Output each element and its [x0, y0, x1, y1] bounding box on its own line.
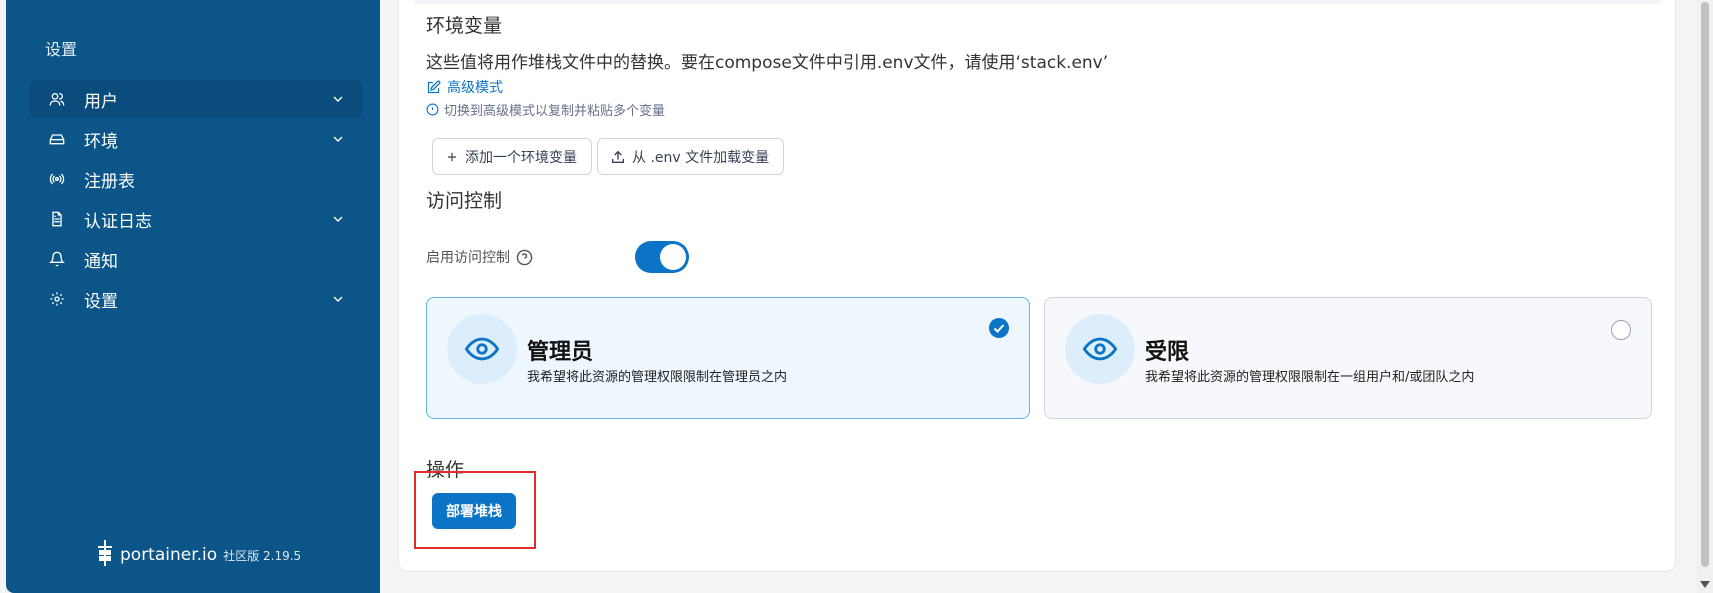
access-option-administrators[interactable]: 管理员 我希望将此资源的管理权限限制在管理员之内: [426, 297, 1030, 419]
sidebar: 设置 用户 环境 注册表 认证日志 通知 设置 portainer.io 社区版…: [6, 0, 380, 593]
access-option-restricted[interactable]: 受限 我希望将此资源的管理权限限制在一组用户和/或团队之内: [1044, 297, 1652, 419]
chevron-down-icon: [333, 216, 343, 222]
add-env-var-button[interactable]: 添加一个环境变量: [432, 138, 592, 175]
upload-icon: [612, 150, 624, 163]
gear-icon: [48, 290, 66, 308]
actions-title: 操作: [426, 459, 465, 481]
sidebar-nav: 用户 环境 注册表 认证日志 通知 设置: [30, 80, 362, 320]
toggle-label-text: 启用访问控制: [426, 250, 510, 266]
plus-icon: [447, 152, 457, 161]
scrollbar-thumb[interactable]: [1701, 2, 1709, 567]
advanced-mode-hint: 切换到高级模式以复制并粘贴多个变量: [426, 100, 665, 119]
info-icon: [426, 103, 439, 116]
scrollbar[interactable]: [1697, 0, 1713, 593]
advanced-mode-link[interactable]: 高级模式: [426, 77, 503, 97]
sidebar-item-settings[interactable]: 设置: [30, 280, 362, 318]
sidebar-item-environments[interactable]: 环境: [30, 120, 362, 158]
load-env-file-button[interactable]: 从 .env 文件加载变量: [597, 138, 785, 175]
sidebar-item-label: 设置: [84, 291, 118, 312]
top-divider: [415, 0, 1661, 4]
eye-icon: [1083, 337, 1117, 361]
main-panel: 环境变量 这些值将用作堆栈文件中的替换。要在compose文件中引用.env文件…: [398, 0, 1676, 572]
sidebar-title: 设置: [45, 40, 78, 59]
load-env-file-label: 从 .env 文件加载变量: [632, 149, 770, 166]
help-icon[interactable]: [516, 249, 533, 266]
scroll-down-arrow-icon[interactable]: [1700, 579, 1710, 589]
access-control-toggle[interactable]: [635, 241, 689, 273]
chevron-down-icon: [333, 96, 343, 102]
eye-icon-wrapper: [447, 314, 517, 384]
sidebar-item-label: 通知: [84, 251, 118, 272]
option-description: 我希望将此资源的管理权限限制在管理员之内: [527, 370, 788, 385]
option-title: 管理员: [527, 340, 594, 365]
sidebar-item-auth-logs[interactable]: 认证日志: [30, 200, 362, 238]
toggle-knob: [660, 244, 686, 270]
page: 设置 用户 环境 注册表 认证日志 通知 设置 portainer.io 社区版…: [0, 0, 1713, 593]
sidebar-item-label: 用户: [84, 91, 118, 112]
deploy-stack-button[interactable]: 部署堆栈: [432, 493, 516, 529]
brand-edition: 社区版 2.19.5: [223, 548, 302, 563]
add-env-var-label: 添加一个环境变量: [465, 149, 577, 166]
eye-icon-wrapper: [1065, 314, 1135, 384]
check-circle-icon: [989, 318, 1009, 338]
bell-icon: [48, 250, 66, 268]
brand-name: portainer.io: [120, 545, 218, 565]
file-text-icon: [48, 210, 66, 228]
env-vars-title: 环境变量: [426, 15, 503, 37]
radio-icon: [48, 170, 66, 188]
users-icon: [48, 90, 66, 108]
portainer-logo-icon: [96, 540, 114, 570]
env-vars-description: 这些值将用作堆栈文件中的替换。要在compose文件中引用.env文件，请使用‘…: [426, 53, 1109, 73]
advanced-mode-label: 高级模式: [447, 80, 503, 96]
hard-drive-icon: [48, 130, 66, 148]
sidebar-item-label: 环境: [84, 131, 118, 152]
sidebar-item-users[interactable]: 用户: [30, 80, 362, 118]
sidebar-item-label: 认证日志: [84, 211, 152, 232]
sidebar-item-registries[interactable]: 注册表: [30, 160, 362, 198]
hint-text: 切换到高级模式以复制并粘贴多个变量: [444, 104, 666, 119]
sidebar-item-notifications[interactable]: 通知: [30, 240, 362, 278]
access-control-toggle-label: 启用访问控制: [426, 247, 533, 267]
radio-button[interactable]: [1611, 320, 1631, 340]
brand[interactable]: portainer.io 社区版 2.19.5: [96, 540, 301, 570]
chevron-down-icon: [333, 296, 343, 302]
sidebar-item-label: 注册表: [84, 171, 135, 192]
option-title: 受限: [1145, 340, 1190, 365]
edit-icon: [427, 80, 441, 93]
access-control-title: 访问控制: [426, 190, 503, 212]
chevron-down-icon: [333, 136, 343, 142]
eye-icon: [465, 337, 499, 361]
option-description: 我希望将此资源的管理权限限制在一组用户和/或团队之内: [1145, 370, 1475, 385]
